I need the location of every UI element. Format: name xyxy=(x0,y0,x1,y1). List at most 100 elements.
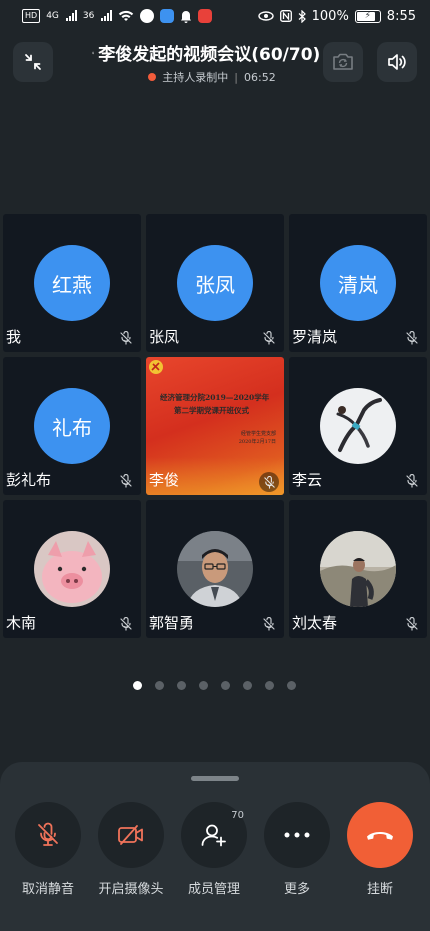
banner-title-line2: 第二学期党课开班仪式 xyxy=(174,406,249,415)
page-dot[interactable] xyxy=(243,681,252,690)
hangup-button-circle[interactable] xyxy=(347,802,413,868)
shield-lock-icon xyxy=(92,51,95,54)
more-label: 更多 xyxy=(283,882,310,897)
drag-handle[interactable] xyxy=(191,776,239,781)
page-dot[interactable] xyxy=(265,681,274,690)
separator: | xyxy=(234,70,238,84)
more-dots-icon xyxy=(284,832,310,838)
meeting-title: 李俊发起的视频会议(60/70) xyxy=(98,45,321,65)
avatar: 礼布 xyxy=(34,388,110,464)
meeting-header: 李俊发起的视频会议(60/70) ▶ 主持人录制中 | 06:52 xyxy=(0,38,430,88)
status-left: HD 4G 36 xyxy=(22,9,213,23)
participant-name: 李俊 xyxy=(149,471,180,489)
camera-button[interactable]: 开启摄像头 xyxy=(98,802,164,897)
avatar: 清岚 xyxy=(320,245,396,321)
bluetooth-icon xyxy=(298,9,306,23)
members-label: 成员管理 xyxy=(187,882,240,897)
participant-tile[interactable]: 郭智勇 xyxy=(146,500,284,638)
participant-name: 木南 xyxy=(6,614,37,632)
battery-percent: 100% xyxy=(311,8,349,24)
page-dot[interactable] xyxy=(199,681,208,690)
participant-grid: 红燕 我 张凤 张凤 清岚 罗清岚 礼布 彭礼布 经济管理分院2019—2020… xyxy=(3,214,427,638)
mic-muted-icon xyxy=(120,617,132,631)
members-count: 70 xyxy=(231,810,244,821)
wifi-icon xyxy=(119,10,134,21)
minimize-button[interactable] xyxy=(13,42,53,82)
app-notification-icon xyxy=(140,9,155,23)
bell-icon xyxy=(181,10,192,23)
switch-camera-icon xyxy=(333,53,353,70)
status-right: 100% ⚡ 8:55 xyxy=(257,8,416,24)
eye-icon xyxy=(257,11,274,21)
mic-muted-icon xyxy=(263,617,275,631)
nfc-icon xyxy=(279,10,292,22)
mic-muted-icon xyxy=(120,474,132,488)
mic-muted-icon xyxy=(120,331,132,345)
avatar: 红燕 xyxy=(34,245,110,321)
page-indicator[interactable] xyxy=(133,681,296,690)
page-dot[interactable] xyxy=(155,681,164,690)
camera-off-icon xyxy=(118,825,143,845)
more-button-circle[interactable] xyxy=(264,802,330,868)
speaker-icon xyxy=(388,54,406,70)
signal-3g-label: 36 xyxy=(82,11,95,21)
signal-icon xyxy=(65,10,77,21)
page-dot[interactable] xyxy=(177,681,186,690)
clock: 8:55 xyxy=(386,8,416,24)
page-dot-active[interactable] xyxy=(133,681,142,690)
battery-icon: ⚡ xyxy=(354,9,381,23)
participant-tile[interactable]: 木南 xyxy=(3,500,141,638)
mic-muted-icon xyxy=(263,331,275,345)
unmute-button[interactable]: 取消静音 xyxy=(15,802,81,897)
participant-tile[interactable]: 清岚 罗清岚 xyxy=(289,214,427,352)
switch-camera-button[interactable] xyxy=(323,42,363,82)
hangup-button[interactable]: 挂断 xyxy=(347,802,413,897)
avatar-photo xyxy=(320,388,396,464)
banner-date: 2020年2月17日 xyxy=(238,439,276,445)
unmute-label: 取消静音 xyxy=(21,882,74,897)
screen-share-tile[interactable]: 经济管理分院2019—2020学年 第二学期党课开班仪式 经管学生党支部 202… xyxy=(146,357,284,495)
participant-tile[interactable]: 李云 xyxy=(289,357,427,495)
mic-muted-icon xyxy=(406,331,418,345)
page-dot[interactable] xyxy=(287,681,296,690)
participant-name: 刘太春 xyxy=(292,614,338,632)
mic-muted-icon xyxy=(38,822,58,846)
party-emblem-icon xyxy=(149,360,163,374)
camera-button-circle[interactable] xyxy=(98,802,164,868)
mic-muted-icon xyxy=(259,472,279,492)
avatar: 张凤 xyxy=(177,245,253,321)
hangup-label: 挂断 xyxy=(366,882,393,897)
participant-name: 彭礼布 xyxy=(6,471,52,489)
speaker-button[interactable] xyxy=(377,42,417,82)
participant-tile[interactable]: 刘太春 xyxy=(289,500,427,638)
avatar-photo xyxy=(177,531,253,607)
participant-tile[interactable]: 礼布 彭礼布 xyxy=(3,357,141,495)
participant-name: 李云 xyxy=(292,471,323,489)
control-panel: 取消静音 开启摄像头 70 成员管理 更多 挂断 xyxy=(0,762,430,931)
participant-name: 我 xyxy=(6,328,22,346)
mic-muted-icon xyxy=(406,474,418,488)
page-dot[interactable] xyxy=(221,681,230,690)
collapse-icon xyxy=(25,54,41,70)
hd-indicator: HD xyxy=(22,9,41,23)
unmute-button-circle[interactable] xyxy=(15,802,81,868)
signal-4g-label: 4G xyxy=(46,11,59,21)
participant-name: 张凤 xyxy=(149,328,180,346)
app-notification-icon-2 xyxy=(160,9,175,23)
hangup-phone-icon xyxy=(367,832,393,840)
participant-tile[interactable]: 红燕 我 xyxy=(3,214,141,352)
banner-signature: 经管学生党支部 xyxy=(240,431,276,437)
banner-title-line1: 经济管理分院2019—2020学年 xyxy=(160,393,270,402)
meeting-duration: 06:52 xyxy=(244,70,276,84)
recording-dot-icon xyxy=(148,73,157,81)
members-button-circle[interactable]: 70 xyxy=(181,802,247,868)
camera-label: 开启摄像头 xyxy=(98,882,164,897)
add-member-icon xyxy=(201,824,226,847)
avatar-photo xyxy=(34,531,110,607)
meeting-title-area[interactable]: 李俊发起的视频会议(60/70) ▶ 主持人录制中 | 06:52 xyxy=(92,40,332,85)
more-button[interactable]: 更多 xyxy=(264,802,330,897)
signal-icon-2 xyxy=(101,10,113,21)
participant-tile[interactable]: 张凤 张凤 xyxy=(146,214,284,352)
members-button[interactable]: 70 成员管理 xyxy=(181,802,247,897)
mic-notification-icon xyxy=(198,9,213,23)
